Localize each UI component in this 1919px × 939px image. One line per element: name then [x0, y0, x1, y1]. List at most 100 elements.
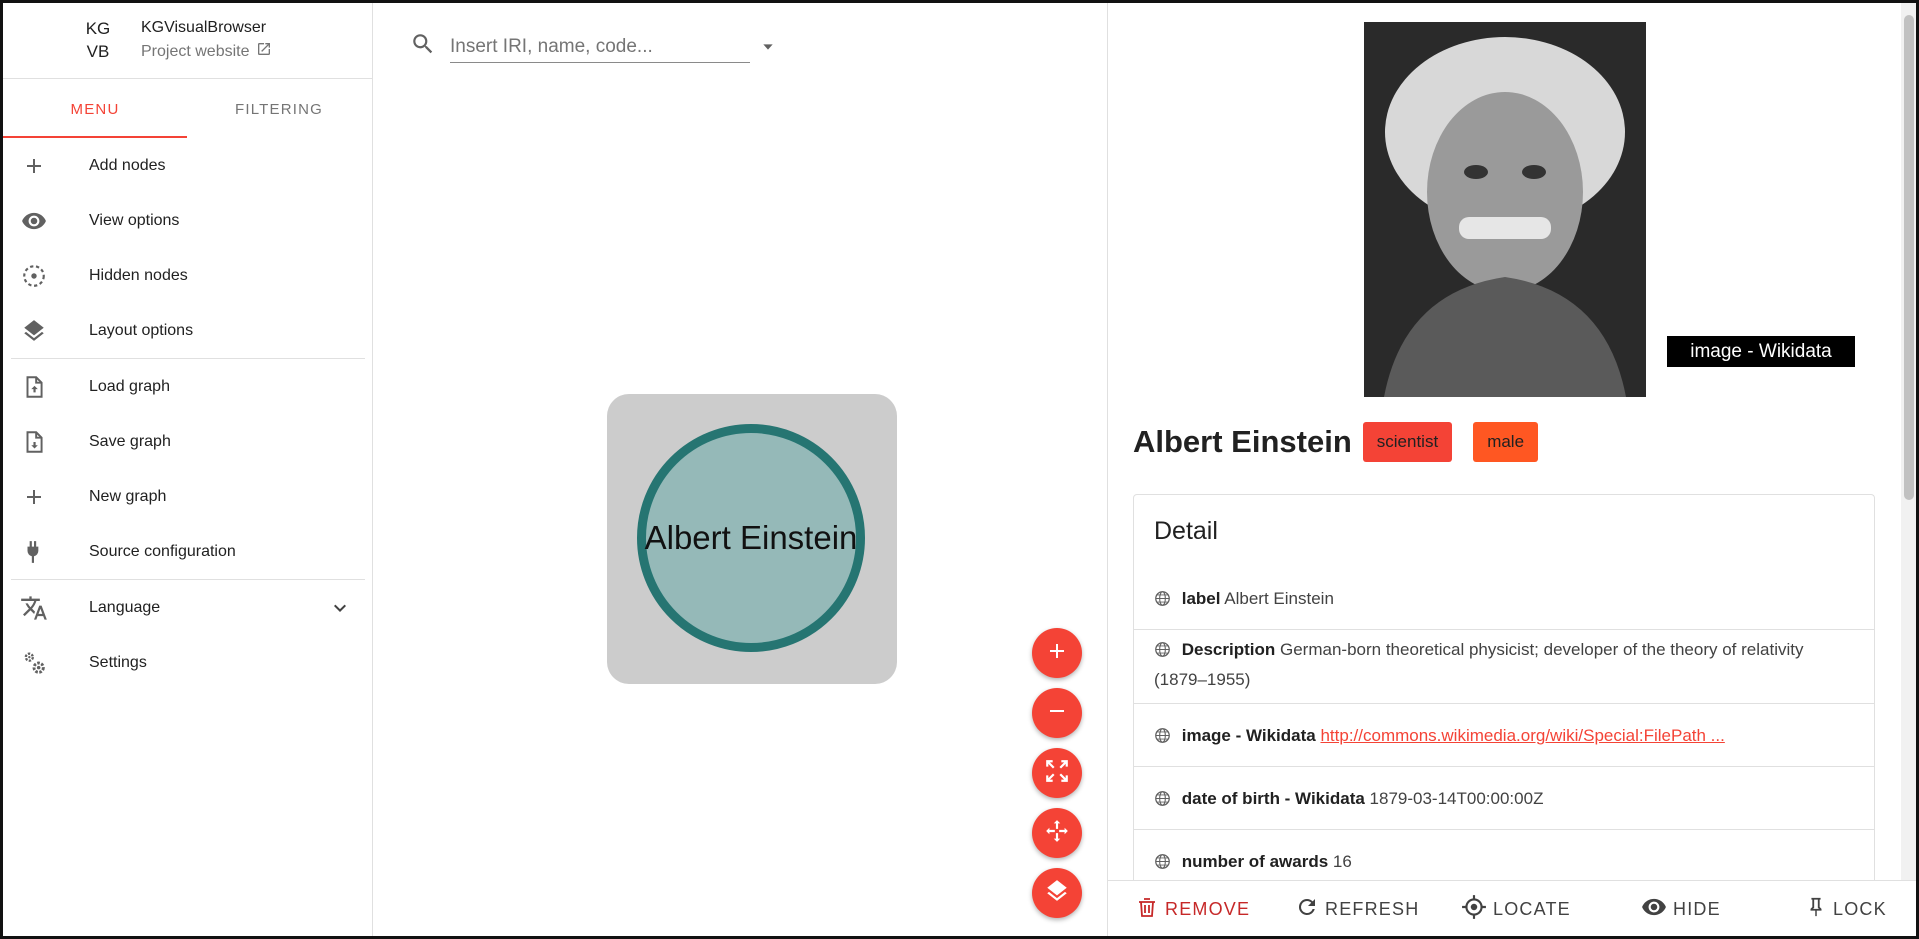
entity-header: Albert Einstein scientist male: [1133, 422, 1539, 462]
plus-icon: [20, 483, 48, 511]
sidebar: KG VB KGVisualBrowser Project website ME…: [3, 3, 373, 936]
image-caption: image - Wikidata: [1667, 336, 1855, 367]
search-icon: [410, 31, 436, 62]
property-key: image - Wikidata: [1181, 726, 1316, 745]
action-bar: REMOVE REFRESH LOCATE HIDE LOCK: [1108, 880, 1917, 936]
property-key: Description: [1181, 640, 1276, 659]
hide-label: HIDE: [1673, 898, 1721, 919]
menu-item-view-options[interactable]: View options: [3, 193, 373, 248]
brand-header: KG VB KGVisualBrowser Project website: [3, 3, 373, 79]
search-bar: [410, 25, 773, 65]
app-logo: KG VB: [85, 19, 111, 61]
fit-view-button[interactable]: [1032, 748, 1082, 798]
property-row: date of birth - Wikidata 1879-03-14T00:0…: [1134, 767, 1874, 830]
detail-panel: image - Wikidata Albert Einstein scienti…: [1107, 3, 1917, 939]
entity-title: Albert Einstein: [1133, 424, 1352, 459]
refresh-icon: [1295, 895, 1319, 924]
project-website-label: Project website: [141, 42, 250, 60]
type-chip-male[interactable]: male: [1473, 422, 1539, 462]
panel-scrollbar[interactable]: [1901, 3, 1917, 883]
eye-icon: [20, 207, 48, 235]
menu-item-settings[interactable]: Settings: [3, 635, 373, 690]
locate-button[interactable]: LOCATE: [1461, 881, 1571, 937]
menu-item-label: Settings: [89, 653, 147, 671]
minus-icon: [1045, 699, 1069, 728]
plus-icon: [1045, 639, 1069, 668]
graph-node-label: Albert Einstein: [644, 519, 858, 556]
hide-button[interactable]: HIDE: [1641, 881, 1721, 937]
menu-item-label: Add nodes: [89, 156, 166, 174]
globe-icon: [1154, 725, 1171, 752]
sidebar-tabs: MENU FILTERING: [3, 80, 373, 138]
menu-item-save-graph[interactable]: Save graph: [3, 414, 373, 469]
refresh-button[interactable]: REFRESH: [1295, 881, 1419, 937]
layout-button[interactable]: [1032, 868, 1082, 918]
globe-icon: [1154, 788, 1171, 815]
menu-item-label: View options: [89, 211, 180, 229]
tab-menu[interactable]: MENU: [3, 80, 187, 138]
menu-item-label: Layout options: [89, 321, 194, 339]
globe-icon: [1154, 639, 1171, 666]
dashed-circle-icon: [20, 262, 48, 290]
detail-card: Detail label Albert Einstein Description…: [1133, 494, 1875, 939]
image-url-link[interactable]: http://commons.wikimedia.org/wiki/Specia…: [1320, 726, 1724, 745]
locate-label: LOCATE: [1493, 898, 1571, 919]
menu-item-load-graph[interactable]: Load graph: [3, 359, 373, 414]
pin-icon: [1805, 895, 1827, 924]
detail-heading: Detail: [1154, 516, 1218, 545]
menu-item-new-graph[interactable]: New graph: [3, 469, 373, 524]
file-upload-icon: [20, 373, 48, 401]
property-row: label Albert Einstein: [1134, 567, 1874, 630]
file-download-icon: [20, 428, 48, 456]
tab-filtering[interactable]: FILTERING: [187, 80, 371, 138]
graph-node-container[interactable]: Albert Einstein: [607, 394, 897, 684]
graph-canvas[interactable]: Albert Einstein: [374, 3, 1107, 936]
refresh-label: REFRESH: [1325, 898, 1420, 919]
move-nodes-button[interactable]: [1032, 808, 1082, 858]
property-row: Description German-born theoretical phys…: [1134, 630, 1874, 704]
open-in-new-icon: [256, 41, 272, 62]
zoom-in-button[interactable]: [1032, 628, 1082, 678]
menu-item-language[interactable]: Language: [3, 580, 373, 635]
menu-item-label: Language: [89, 598, 161, 616]
menu-item-source-configuration[interactable]: Source configuration: [3, 524, 373, 579]
eye-icon: [1641, 894, 1667, 925]
menu-item-label: Load graph: [89, 377, 170, 395]
chevron-down-icon: [328, 596, 352, 625]
plug-icon: [20, 538, 48, 566]
property-value: 1879-03-14T00:00:00Z: [1369, 789, 1544, 808]
lock-label: LOCK: [1833, 898, 1887, 919]
type-chip-scientist[interactable]: scientist: [1362, 422, 1453, 462]
layers-icon: [1044, 878, 1070, 909]
plus-icon: [20, 152, 48, 180]
graph-node[interactable]: Albert Einstein: [637, 424, 865, 652]
layers-icon: [20, 317, 48, 345]
app-title: KGVisualBrowser: [141, 19, 267, 36]
property-key: label: [1181, 589, 1221, 608]
property-key: number of awards: [1181, 852, 1329, 871]
menu-item-label: Save graph: [89, 432, 171, 450]
search-input[interactable]: [450, 31, 750, 63]
move-arrows-icon: [1044, 818, 1070, 849]
menu-item-layout-options[interactable]: Layout options: [3, 303, 373, 358]
gears-icon: [20, 649, 48, 677]
globe-icon: [1154, 588, 1171, 615]
menu-item-hidden-nodes[interactable]: Hidden nodes: [3, 248, 373, 303]
lock-button[interactable]: LOCK: [1805, 881, 1887, 937]
property-value: 16: [1332, 852, 1352, 871]
dropdown-arrow-icon[interactable]: [760, 39, 776, 60]
project-website-link[interactable]: Project website: [141, 41, 272, 62]
menu-item-label: New graph: [89, 487, 167, 505]
menu-item-label: Hidden nodes: [89, 266, 188, 284]
expand-arrows-icon: [1044, 758, 1070, 789]
property-key: date of birth - Wikidata: [1181, 789, 1365, 808]
property-row: image - Wikidata http://commons.wikimedi…: [1134, 704, 1874, 767]
remove-button[interactable]: REMOVE: [1135, 881, 1250, 937]
scrollbar-thumb[interactable]: [1904, 15, 1914, 500]
translate-icon: [20, 594, 48, 622]
menu-item-add-nodes[interactable]: Add nodes: [3, 138, 373, 193]
zoom-out-button[interactable]: [1032, 688, 1082, 738]
entity-photo: [1364, 22, 1646, 397]
property-value: Albert Einstein: [1224, 589, 1334, 608]
remove-label: REMOVE: [1165, 898, 1251, 919]
